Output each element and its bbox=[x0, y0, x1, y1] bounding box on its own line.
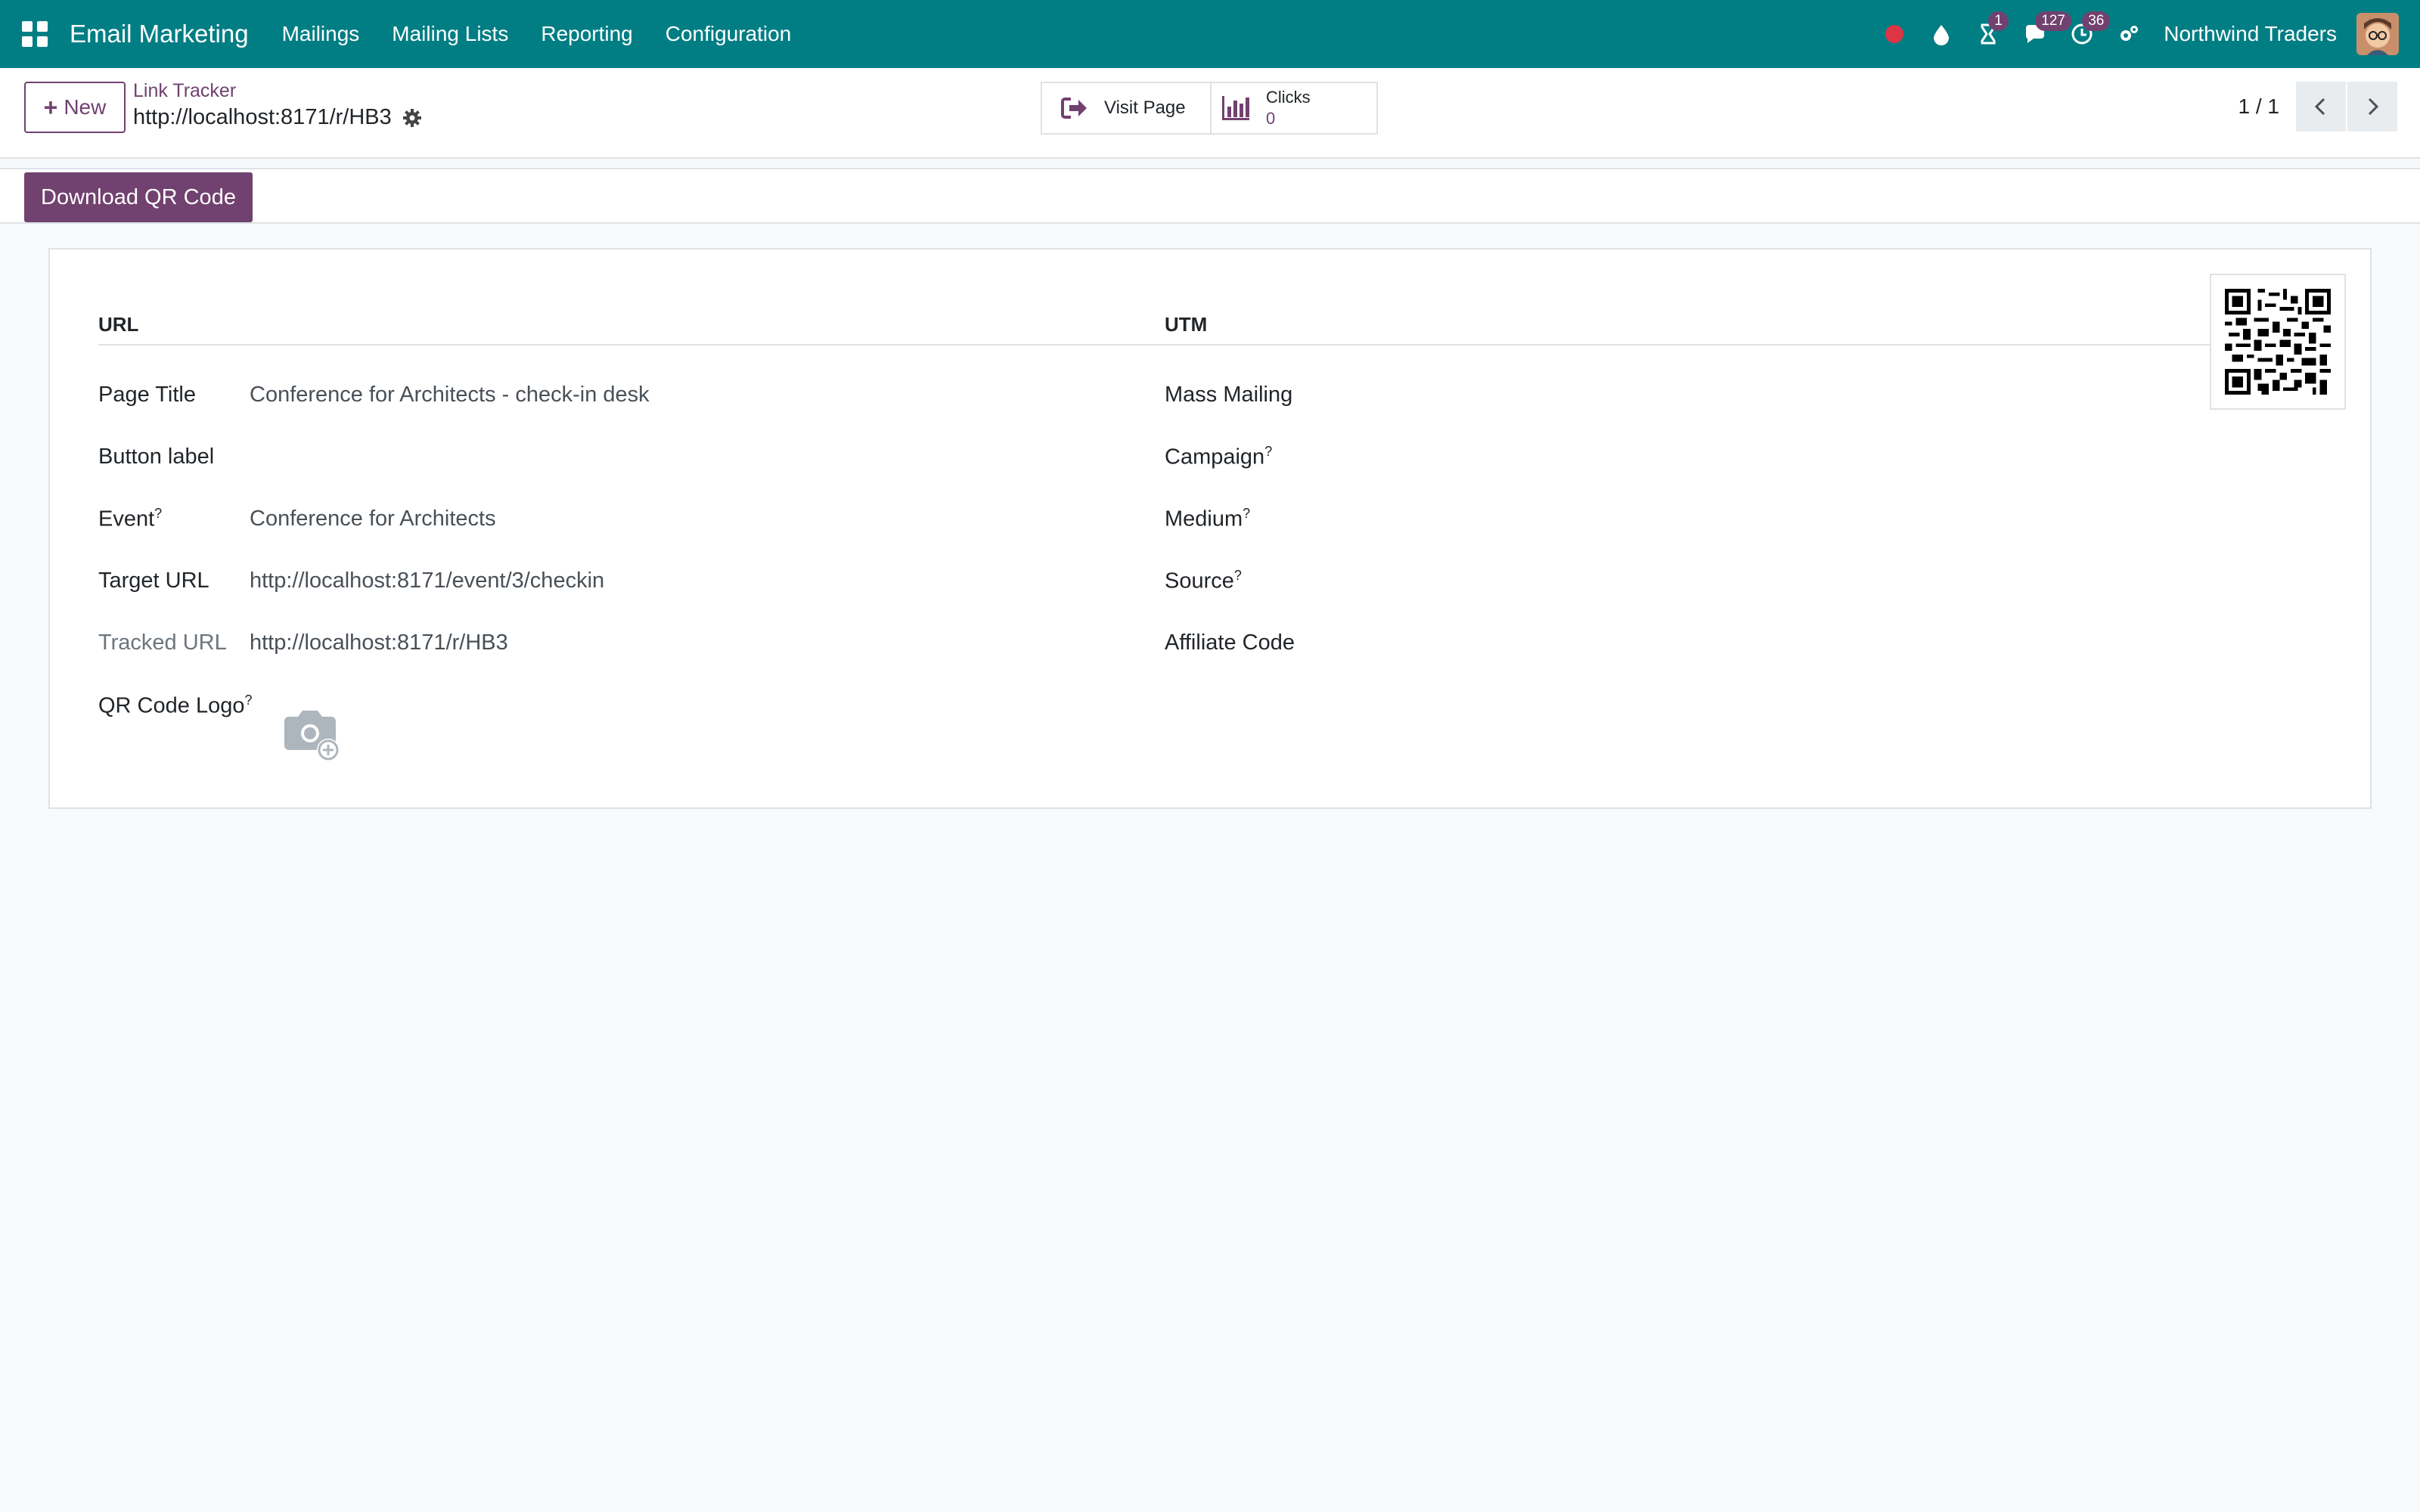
tracked-url-label: Tracked URL bbox=[98, 630, 227, 655]
sign-out-icon bbox=[1061, 98, 1087, 119]
medium-label: Medium? bbox=[1165, 506, 1316, 532]
mass-mailing-label: Mass Mailing bbox=[1165, 382, 1293, 407]
source-label: Source? bbox=[1165, 568, 1316, 594]
field-medium: Medium? bbox=[1165, 496, 1316, 541]
field-event: Event? Conference for Architects bbox=[98, 496, 496, 541]
clicks-label: Clicks bbox=[1266, 88, 1311, 107]
help-tooltip-icon[interactable]: ? bbox=[244, 692, 252, 708]
help-tooltip-icon[interactable]: ? bbox=[154, 506, 162, 521]
download-qr-code-button[interactable]: Download QR Code bbox=[24, 172, 253, 222]
clicks-button[interactable]: Clicks 0 bbox=[1210, 83, 1376, 133]
event-label: Event? bbox=[98, 506, 250, 532]
medium-label-text: Medium bbox=[1165, 507, 1243, 531]
chevron-right-icon bbox=[2368, 98, 2379, 116]
source-label-text: Source bbox=[1165, 569, 1234, 593]
breadcrumb-current: http://localhost:8171/r/HB3 bbox=[133, 105, 422, 130]
settings-gears-icon[interactable] bbox=[2114, 19, 2144, 49]
help-tooltip-icon[interactable]: ? bbox=[1234, 568, 1242, 583]
form-sheet: URL Page Title Conference for Architects… bbox=[48, 248, 2372, 809]
help-tooltip-icon[interactable]: ? bbox=[1264, 444, 1272, 459]
qr-logo-label-text: QR Code Logo bbox=[98, 693, 245, 718]
apps-menu-icon[interactable] bbox=[0, 0, 70, 68]
plus-icon: + bbox=[43, 93, 58, 121]
bar-chart-icon bbox=[1222, 96, 1249, 120]
chat-icon[interactable]: 127 bbox=[2020, 11, 2071, 49]
target-url-value[interactable]: http://localhost:8171/event/3/checkin bbox=[250, 569, 604, 593]
clicks-value: 0 bbox=[1266, 109, 1276, 128]
new-button-label: New bbox=[64, 95, 107, 119]
company-switcher[interactable]: Northwind Traders bbox=[2164, 22, 2337, 46]
page-title-value[interactable]: Conference for Architects - check-in des… bbox=[250, 383, 650, 407]
pager-value[interactable]: 1 / 1 bbox=[2238, 94, 2279, 119]
user-avatar[interactable] bbox=[2356, 13, 2399, 55]
campaign-label-text: Campaign bbox=[1165, 445, 1265, 469]
target-url-label: Target URL bbox=[98, 568, 209, 593]
pager-next-button[interactable] bbox=[2347, 82, 2397, 132]
record-icon[interactable] bbox=[1879, 19, 1910, 49]
app-title[interactable]: Email Marketing bbox=[70, 20, 249, 48]
tracked-url-value[interactable]: http://localhost:8171/r/HB3 bbox=[250, 631, 508, 655]
smart-buttons: Visit Page Clicks 0 bbox=[1041, 82, 1378, 135]
breadcrumb-link-tracker[interactable]: Link Tracker bbox=[133, 80, 422, 102]
menu-mailings[interactable]: Mailings bbox=[282, 22, 360, 46]
drop-icon[interactable] bbox=[1926, 19, 1956, 49]
button-label-label: Button label bbox=[98, 444, 215, 469]
breadcrumb-current-label: http://localhost:8171/r/HB3 bbox=[133, 105, 392, 129]
field-campaign: Campaign? bbox=[1165, 434, 1316, 479]
page-title-label: Page Title bbox=[98, 382, 196, 407]
field-target-url: Target URL http://localhost:8171/event/3… bbox=[98, 558, 604, 603]
url-group-title: URL bbox=[98, 313, 1168, 345]
field-source: Source? bbox=[1165, 558, 1316, 603]
field-affiliate-code: Affiliate Code bbox=[1165, 620, 1316, 665]
qr-code-icon bbox=[2225, 289, 2331, 395]
activity-badge: 1 bbox=[1988, 11, 2009, 31]
campaign-label: Campaign? bbox=[1165, 444, 1316, 470]
pager-previous-button[interactable] bbox=[2296, 82, 2346, 132]
hourglass-icon[interactable]: 1 bbox=[1973, 11, 2009, 49]
field-qr-code-logo: QR Code Logo? bbox=[98, 682, 346, 761]
form-statusbar: Download QR Code bbox=[0, 168, 2420, 224]
utm-group-title: UTM bbox=[1165, 313, 2234, 345]
clock-badge: 36 bbox=[2082, 11, 2111, 31]
clicks-stat: Clicks 0 bbox=[1266, 87, 1311, 129]
top-navbar: Email Marketing Mailings Mailing Lists R… bbox=[0, 0, 2420, 68]
gear-icon[interactable] bbox=[402, 108, 422, 128]
field-tracked-url: Tracked URL http://localhost:8171/r/HB3 bbox=[98, 620, 508, 665]
new-button[interactable]: + New bbox=[24, 82, 126, 133]
visit-page-button[interactable]: Visit Page bbox=[1042, 83, 1210, 133]
chevron-left-icon bbox=[2314, 98, 2325, 116]
qr-logo-label: QR Code Logo? bbox=[98, 692, 252, 719]
systray: 1 127 36 Northwind Traders bbox=[1863, 0, 2420, 68]
control-panel: + New Link Tracker http://localhost:8171… bbox=[0, 68, 2420, 159]
menu-mailing-lists[interactable]: Mailing Lists bbox=[392, 22, 508, 46]
messages-badge: 127 bbox=[2035, 11, 2071, 31]
field-page-title: Page Title Conference for Architects - c… bbox=[98, 372, 650, 417]
pager: 1 / 1 bbox=[2238, 82, 2397, 132]
clock-icon[interactable]: 36 bbox=[2067, 11, 2111, 49]
menu-configuration[interactable]: Configuration bbox=[666, 22, 792, 46]
visit-page-label: Visit Page bbox=[1104, 98, 1186, 118]
affiliate-code-label: Affiliate Code bbox=[1165, 630, 1295, 655]
event-value[interactable]: Conference for Architects bbox=[250, 507, 496, 531]
qr-code-image bbox=[2210, 274, 2346, 410]
help-tooltip-icon[interactable]: ? bbox=[1243, 506, 1250, 521]
menu-reporting[interactable]: Reporting bbox=[541, 22, 632, 46]
camera-upload-icon[interactable] bbox=[278, 700, 346, 768]
field-button-label: Button label bbox=[98, 434, 250, 479]
breadcrumb: Link Tracker http://localhost:8171/r/HB3 bbox=[133, 80, 422, 130]
field-mass-mailing: Mass Mailing bbox=[1165, 372, 1316, 417]
event-label-text: Event bbox=[98, 507, 155, 531]
